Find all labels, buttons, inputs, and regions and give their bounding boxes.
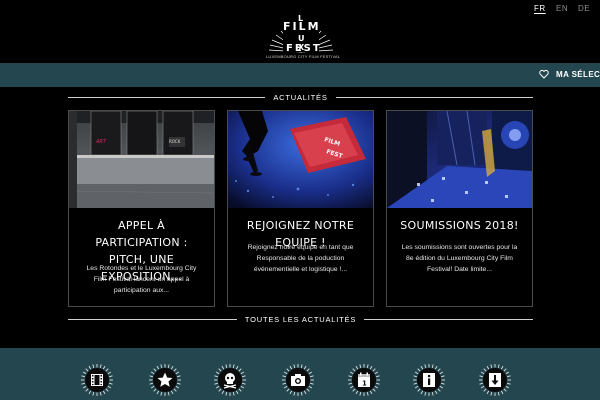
news-card-title: SOUMISSIONS 2018!: [393, 217, 526, 234]
news-section-title: ACTUALITÉS: [273, 92, 328, 102]
divider-line: [364, 318, 533, 320]
excerpt-line: 8e édition du Luxembourg City Film: [406, 255, 513, 262]
skull-icon: [214, 364, 246, 396]
excerpt-line: événementielle et logistique !...: [253, 266, 348, 273]
news-card-excerpt: Les soumissions sont ouvertes pour la 8e…: [395, 242, 524, 275]
camera-link[interactable]: [282, 364, 314, 396]
lang-en[interactable]: EN: [556, 4, 578, 13]
news-card-image: ART ROCK: [69, 111, 214, 208]
divider-line: [68, 318, 237, 320]
svg-text:ROCK: ROCK: [169, 139, 181, 144]
info-link[interactable]: [413, 364, 445, 396]
excerpt-line: Les soumissions sont ouvertes pour la: [401, 244, 518, 251]
svg-text:U: U: [298, 34, 305, 43]
film-link[interactable]: [81, 364, 113, 396]
heart-icon: [539, 69, 549, 79]
excerpt-line: Rejoignez notre équipe en tant que: [247, 244, 354, 251]
star-link[interactable]: [149, 364, 181, 396]
download-icon: [479, 364, 511, 396]
svg-text:1: 1: [362, 380, 367, 388]
festival-logo[interactable]: L U X FILM FEST LUXEMBOURG CITY FILM FES…: [266, 14, 341, 60]
excerpt-line: Les Rotondes et le Luxembourg City: [86, 265, 197, 272]
svg-text:ART: ART: [95, 139, 107, 145]
film-icon: [81, 364, 113, 396]
download-link[interactable]: [479, 364, 511, 396]
site-header: FR EN DE L U X FILM FEST LUXEMBOURG CITY…: [0, 0, 600, 63]
lang-fr[interactable]: FR: [534, 4, 556, 13]
all-news-label: TOUTES LES ACTUALITÉS: [244, 314, 357, 324]
logo-subtitle: LUXEMBOURG CITY FILM FESTIVAL: [266, 54, 341, 59]
language-switcher: FR EN DE: [534, 4, 600, 13]
divider-line: [335, 96, 534, 98]
title-line: APPEL À PARTICIPATION :: [95, 219, 188, 249]
lang-de[interactable]: DE: [578, 4, 600, 13]
excerpt-line: Responsable de la poduction: [256, 255, 345, 262]
news-card-excerpt: Les Rotondes et le Luxembourg City Film …: [77, 263, 206, 296]
news-card-submissions-2018[interactable]: SOUMISSIONS 2018! Les soumissions sont o…: [386, 110, 533, 307]
calendar-link[interactable]: 1: [348, 364, 380, 396]
star-icon: [149, 364, 181, 396]
news-card-call-for-participation[interactable]: ART ROCK APPEL À PARTICIPATION : PITCH, …: [68, 110, 215, 307]
my-selection-link[interactable]: MA SÉLECTION: [539, 69, 600, 79]
skull-link[interactable]: [214, 364, 246, 396]
news-card-image: [387, 111, 532, 208]
news-section-heading: ACTUALITÉS: [68, 91, 534, 103]
camera-icon: [282, 364, 314, 396]
divider-line: [68, 96, 266, 98]
excerpt-line: participation aux...: [113, 287, 170, 294]
selection-bar: MA SÉLECTION: [0, 63, 600, 87]
excerpt-line: Film Festival lancent un appel à: [93, 276, 190, 283]
calendar-icon: 1: [348, 364, 380, 396]
news-card-excerpt: Rejoignez notre équipe en tant que Respo…: [236, 242, 365, 275]
logo-film-word: FILM: [283, 20, 321, 33]
all-news-link[interactable]: TOUTES LES ACTUALITÉS: [68, 313, 533, 325]
info-icon: [413, 364, 445, 396]
title-line: SOUMISSIONS 2018!: [400, 219, 519, 232]
my-selection-label: MA SÉLECTION: [556, 69, 600, 79]
excerpt-line: Festival! Date limite...: [427, 266, 492, 273]
news-card-join-team[interactable]: FILM FEST REJOIGNEZ NOTRE EQUIPE ! Rejoi…: [227, 110, 374, 307]
logo-fest-word: FEST: [286, 43, 322, 54]
news-card-image: FILM FEST: [228, 111, 373, 208]
